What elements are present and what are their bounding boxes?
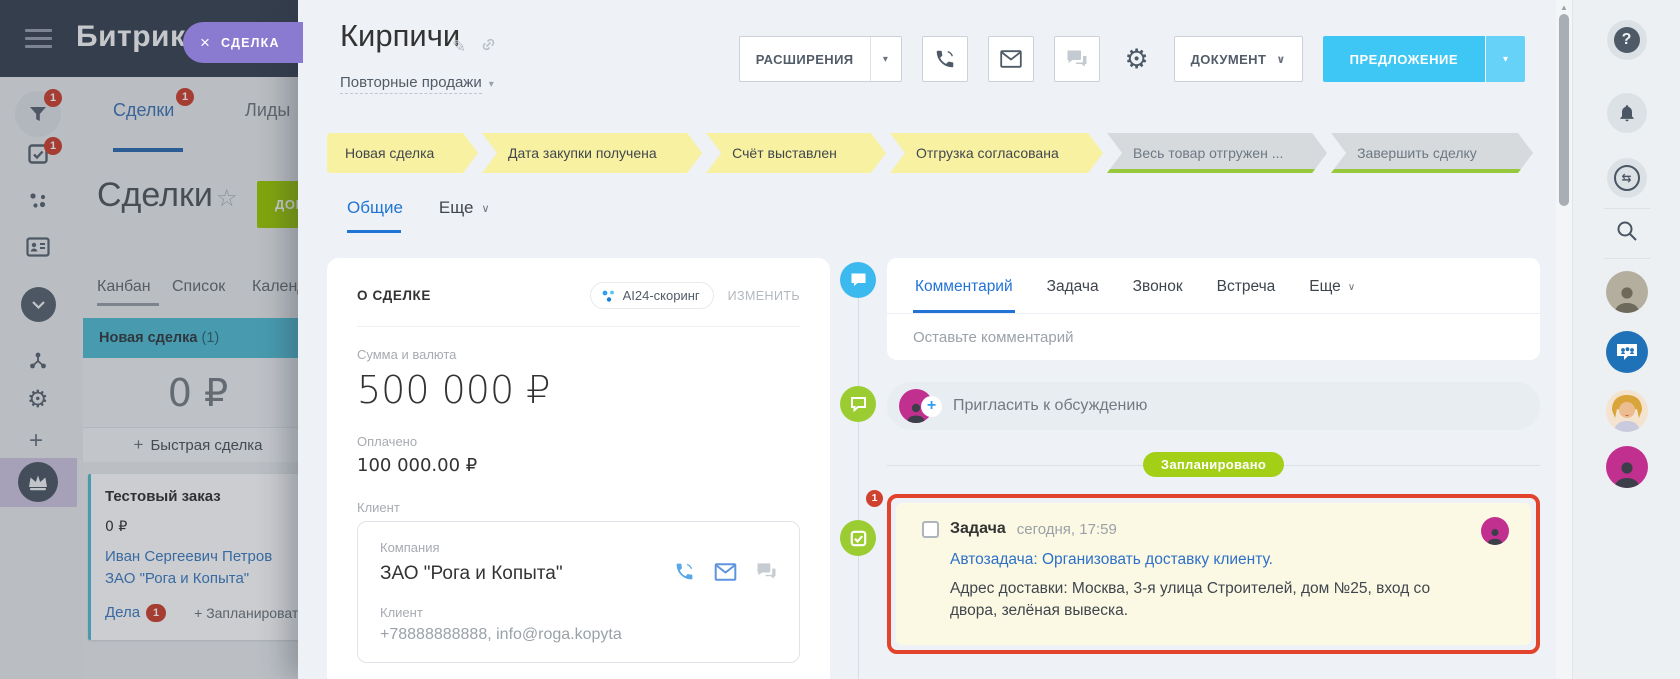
bot-avatar[interactable] xyxy=(1606,390,1648,432)
deal-slider-panel: Кирпичи ✎ Повторные продажи ▾ РАСШИРЕНИЯ… xyxy=(298,0,1556,679)
task-count-badge: 1 xyxy=(866,490,883,507)
group-chat-icon xyxy=(1615,341,1639,363)
scrollbar-thumb[interactable] xyxy=(1559,14,1569,206)
tab-more[interactable]: Еще ∨ xyxy=(1307,258,1357,313)
timeline: Комментарий Задача Звонок Встреча Еще ∨ … xyxy=(830,258,1540,679)
pipeline-stage[interactable]: Завершить сделку xyxy=(1331,133,1533,173)
proposal-dropdown[interactable]: ▾ xyxy=(1486,36,1525,82)
timeline-group-separator: Запланировано xyxy=(887,452,1540,478)
company-label: Компания xyxy=(380,540,777,555)
dialog-swap-icon: ⇆ xyxy=(1614,165,1640,191)
chevron-down-icon: ▾ xyxy=(489,79,494,90)
paid-value: 100 000.00 ₽ xyxy=(357,455,800,476)
question-icon: ? xyxy=(1614,27,1640,53)
group-chat-avatar[interactable] xyxy=(1606,331,1648,373)
close-icon[interactable]: × xyxy=(200,34,210,51)
company-name-link[interactable]: ЗАО "Рога и Копыта" xyxy=(380,563,563,585)
tab-task[interactable]: Задача xyxy=(1045,258,1101,313)
planned-badge: Запланировано xyxy=(1143,452,1284,477)
deal-category-selector[interactable]: Повторные продажи ▾ xyxy=(340,74,494,94)
copy-link-icon[interactable] xyxy=(480,36,497,58)
tab-more[interactable]: Еще ∨ xyxy=(439,198,490,218)
chat-icon[interactable] xyxy=(756,562,777,586)
scrollbar[interactable]: ▲ xyxy=(1556,0,1572,679)
chevron-down-icon: ∨ xyxy=(1276,53,1285,66)
proposal-split-button: ПРЕДЛОЖЕНИЕ ▾ xyxy=(1323,36,1525,82)
proposal-button[interactable]: ПРЕДЛОЖЕНИЕ xyxy=(1323,36,1485,82)
tab-meeting[interactable]: Встреча xyxy=(1215,258,1278,313)
avatar xyxy=(1481,517,1509,545)
notifications-button[interactable] xyxy=(1607,93,1647,133)
deal-toolbar: РАСШИРЕНИЯ ▾ ⚙ ДОКУМЕНТ ∨ ПРЕДЛОЖЕНИЕ ▾ xyxy=(739,36,1525,82)
contact-label: Клиент xyxy=(380,605,777,620)
document-button[interactable]: ДОКУМЕНТ ∨ xyxy=(1174,36,1303,82)
about-deal-card: О СДЕЛКЕ AI24-скоринг изменить Сумма и в… xyxy=(327,258,830,679)
screen: Битрикс24 1 1 ⚙ + xyxy=(0,0,1680,679)
slider-tab: × СДЕЛКА xyxy=(183,22,303,63)
task-link[interactable]: Автозадача: Организовать доставку клиент… xyxy=(950,551,1505,569)
contact-value: +78888888888, info@roga.kopyta xyxy=(380,626,777,644)
contact-avatar[interactable] xyxy=(1606,446,1648,488)
dim-overlay[interactable] xyxy=(0,0,298,679)
comment-bubble-icon xyxy=(840,262,876,298)
pipeline-stage[interactable]: Отгрузка согласована xyxy=(890,133,1103,173)
client-box: Компания ЗАО "Рога и Копыта" xyxy=(357,521,800,663)
phone-icon[interactable] xyxy=(674,561,695,587)
divider xyxy=(1604,208,1650,209)
user-avatar[interactable] xyxy=(1606,271,1648,313)
timeline-composer-card: Комментарий Задача Звонок Встреча Еще ∨ … xyxy=(887,258,1540,360)
help-button[interactable]: ? xyxy=(1607,20,1647,60)
highlighted-task-frame: Задача сегодня, 17:59 Автозадача: Органи… xyxy=(887,494,1540,654)
task-description: Адрес доставки: Москва, 3-я улица Строит… xyxy=(950,578,1455,623)
tab-comment[interactable]: Комментарий xyxy=(913,258,1015,313)
deal-detail-tabs: Общие Еще ∨ xyxy=(347,198,490,218)
add-user-icon: + xyxy=(921,396,942,417)
scroll-up-icon[interactable]: ▲ xyxy=(1556,3,1572,12)
task-check-icon xyxy=(840,520,876,556)
chevron-down-icon: ∨ xyxy=(482,202,490,215)
slider-tab-label: СДЕЛКА xyxy=(221,36,280,50)
ai-scoring-button[interactable]: AI24-скоринг xyxy=(590,282,714,309)
comment-input[interactable]: Оставьте комментарий xyxy=(887,314,1540,360)
call-button[interactable] xyxy=(922,36,968,82)
pipeline-stage[interactable]: Весь товар отгружен ... xyxy=(1107,133,1327,173)
pipeline-stage[interactable]: Счёт выставлен xyxy=(706,133,886,173)
task-checkbox[interactable] xyxy=(922,521,939,538)
email-button[interactable] xyxy=(988,36,1034,82)
chevron-down-icon: ∨ xyxy=(1348,282,1355,293)
about-section-title: О СДЕЛКЕ xyxy=(357,288,431,303)
edit-link[interactable]: изменить xyxy=(728,289,800,303)
task-type: Задача xyxy=(950,520,1006,538)
task-timestamp: сегодня, 17:59 xyxy=(1017,521,1117,538)
discussion-bubble-icon xyxy=(840,386,876,422)
bell-icon xyxy=(1607,93,1647,133)
deal-stage-pipeline: Новая сделка Дата закупки получена Счёт … xyxy=(327,133,1537,173)
search-button[interactable] xyxy=(1614,218,1640,249)
email-icon[interactable] xyxy=(714,563,737,586)
invite-to-discussion[interactable]: + Пригласить к обсуждению xyxy=(887,382,1540,430)
client-label: Клиент xyxy=(357,500,800,515)
composer-tabs: Комментарий Задача Звонок Встреча Еще ∨ xyxy=(887,258,1540,314)
molecule-icon xyxy=(601,289,616,303)
tab-general[interactable]: Общие xyxy=(347,198,403,218)
search-icon xyxy=(1614,218,1640,244)
paid-label: Оплачено xyxy=(357,434,800,449)
divider xyxy=(1604,258,1650,259)
chat-button[interactable] xyxy=(1054,36,1100,82)
amount-label: Сумма и валюта xyxy=(357,347,800,362)
pipeline-stage[interactable]: Дата закупки получена xyxy=(482,133,702,173)
extensions-button[interactable]: РАСШИРЕНИЯ ▾ xyxy=(739,36,902,82)
amount-value[interactable]: 500 000 ₽ xyxy=(357,368,800,412)
edit-title-icon[interactable]: ✎ xyxy=(452,37,466,57)
pipeline-stage[interactable]: Новая сделка xyxy=(327,133,478,173)
gear-icon[interactable]: ⚙ xyxy=(1120,36,1154,82)
active-deal-tab-underline xyxy=(347,230,401,233)
task-card[interactable]: Задача сегодня, 17:59 Автозадача: Органи… xyxy=(896,503,1531,645)
deal-title: Кирпичи xyxy=(340,18,460,54)
tab-call[interactable]: Звонок xyxy=(1131,258,1185,313)
chevron-down-icon: ▾ xyxy=(871,54,901,65)
right-sidebar: ? ⇆ xyxy=(1572,0,1680,679)
messenger-button[interactable]: ⇆ xyxy=(1607,158,1647,198)
